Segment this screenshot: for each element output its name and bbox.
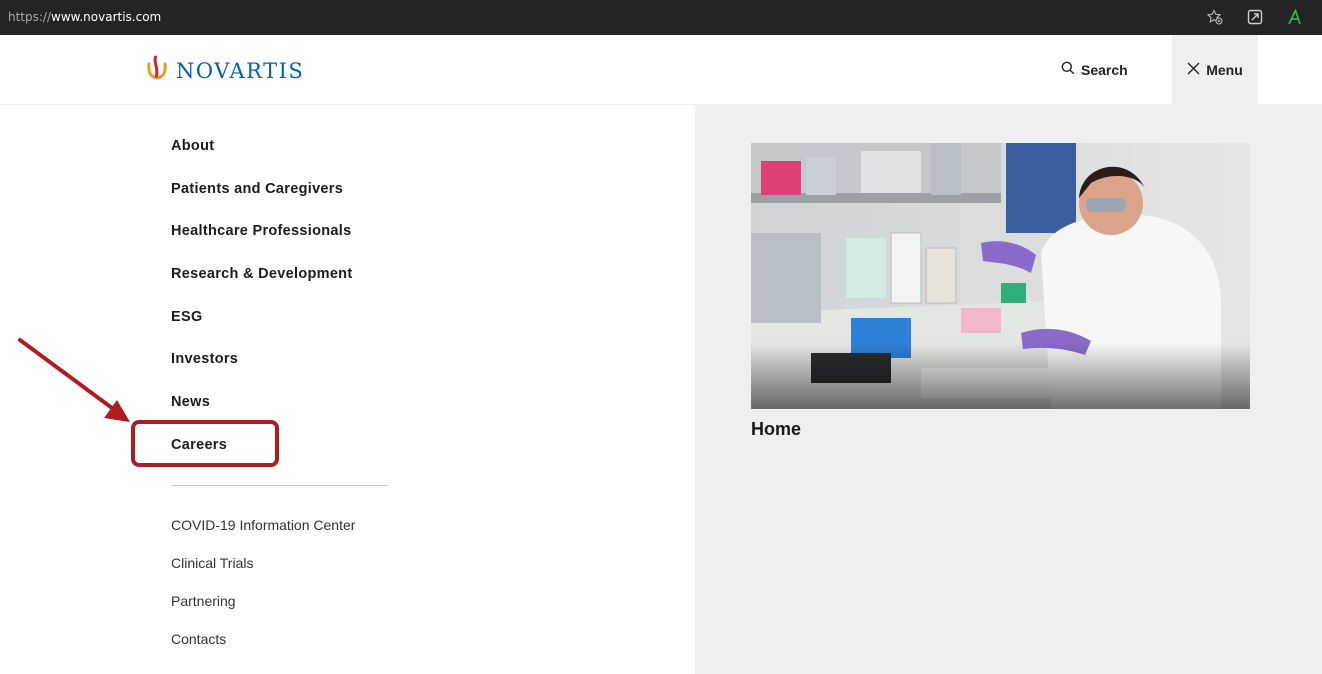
nav-item-news[interactable]: News <box>171 392 352 435</box>
nav-item-patients-and-caregivers[interactable]: Patients and Caregivers <box>171 179 352 222</box>
extension-a-icon[interactable] <box>1286 8 1304 26</box>
feature-panel: Home <box>695 105 1322 674</box>
novartis-flame-icon <box>146 55 168 86</box>
nav-item-partnering[interactable]: Partnering <box>171 591 355 629</box>
nav-item-careers[interactable]: Careers <box>171 435 352 478</box>
nav-item-healthcare-professionals[interactable]: Healthcare Professionals <box>171 221 352 264</box>
lab-scene-illustration <box>751 143 1250 409</box>
lab-researcher-photo[interactable] <box>751 143 1250 409</box>
annotation-arrow-icon <box>18 338 130 422</box>
secondary-nav: COVID-19 Information Center Clinical Tri… <box>171 515 355 667</box>
nav-item-contacts[interactable]: Contacts <box>171 629 355 667</box>
primary-nav: About Patients and Caregivers Healthcare… <box>171 136 352 478</box>
feature-caption-home[interactable]: Home <box>751 419 801 440</box>
nav-item-clinical-trials[interactable]: Clinical Trials <box>171 553 355 591</box>
nav-item-esg[interactable]: ESG <box>171 307 352 350</box>
url-text[interactable]: https://www.novartis.com <box>8 10 161 24</box>
nav-item-covid-19-information-center[interactable]: COVID-19 Information Center <box>171 515 355 553</box>
menu-close-button[interactable]: Menu <box>1172 35 1258 105</box>
url-protocol: https:// <box>8 10 52 24</box>
close-icon <box>1187 62 1200 78</box>
nav-divider <box>171 485 388 486</box>
novartis-logo[interactable]: NOVARTIS <box>146 55 304 86</box>
search-label: Search <box>1081 61 1128 78</box>
site-header: NOVARTIS Search Menu <box>0 35 1322 105</box>
extension-puzzle-icon[interactable] <box>1246 8 1264 26</box>
nav-item-research-development[interactable]: Research & Development <box>171 264 352 307</box>
menu-label: Menu <box>1206 62 1243 78</box>
browser-address-bar[interactable]: https://www.novartis.com <box>0 0 1322 35</box>
search-icon <box>1061 61 1075 78</box>
nav-item-investors[interactable]: Investors <box>171 349 352 392</box>
url-host: www.novartis.com <box>51 10 162 24</box>
search-button[interactable]: Search <box>1061 61 1128 78</box>
logo-wordmark: NOVARTIS <box>176 58 305 83</box>
nav-item-about[interactable]: About <box>171 136 352 179</box>
favorite-star-icon[interactable] <box>1206 8 1224 26</box>
